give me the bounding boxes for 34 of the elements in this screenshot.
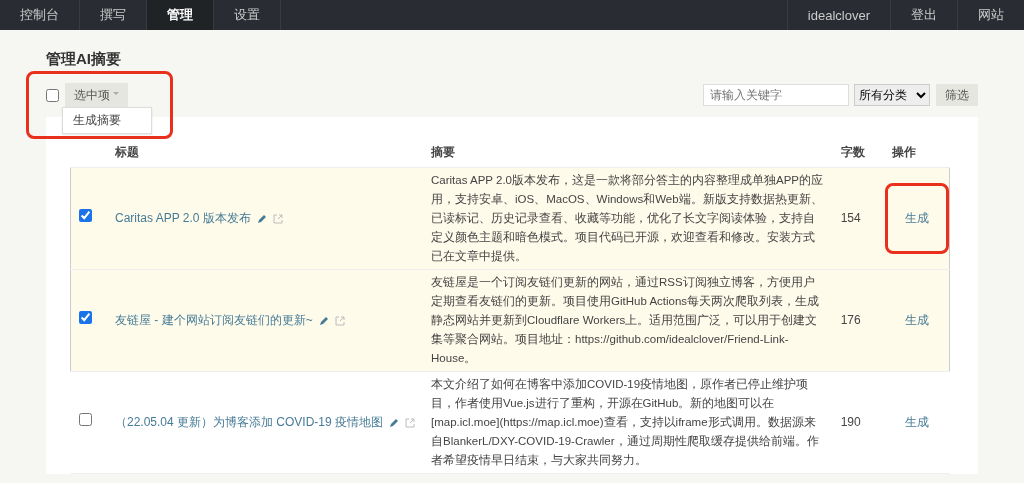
- post-title-link[interactable]: （22.05.04 更新）为博客添加 COVID-19 疫情地图: [114, 413, 384, 432]
- post-title-link[interactable]: Caritas APP 2.0 版本发布: [114, 209, 251, 228]
- menu-item[interactable]: 生成摘要: [73, 112, 141, 129]
- summary-text: 友链屋是一个订阅友链们更新的网站，通过RSS订阅独立博客，方便用户定期查看友链们的更新。项目使用GitHub Actions每天两次爬取列表，生成静态网站并更新到Cloudflare Workers上。适用范围广泛，可以用于创建文集等聚合网站。项目地址：https://github.com/idealclover/Friend-Link-House。: [423, 269, 833, 372]
- word-count: 176: [832, 269, 885, 372]
- column-header: 操作: [884, 117, 950, 168]
- filter-button[interactable]: 筛选: [936, 84, 978, 106]
- nav-tab[interactable]: 控制台: [0, 0, 80, 30]
- pencil-icon[interactable]: [256, 213, 267, 224]
- bulk-action-button[interactable]: 选中项: [65, 82, 128, 108]
- category-select[interactable]: 所有分类: [854, 84, 930, 106]
- row-checkbox[interactable]: [78, 413, 92, 426]
- word-count: 190: [832, 371, 885, 474]
- nav-tab[interactable]: 管理: [147, 0, 214, 30]
- nav-link[interactable]: 登出: [890, 0, 957, 30]
- generate-link[interactable]: 生成: [904, 211, 929, 225]
- row-checkbox[interactable]: [79, 209, 92, 222]
- summary-text: 本文介绍了如何在博客中添加COVID-19疫情地图，原作者已停止维护项目，作者使用Vue.js进行了重构，开源在GitHub。新的地图可以在[map.icl.moe](https://map.icl.moe)查看，支持以iframe形式调用。数据源来自BlankerL/DXY-COVID-19-Crawler，通过周期性爬取缓存提供给前端。作者希望疫情早日结束，与大家共同努力。: [423, 371, 833, 474]
- nav-tab[interactable]: 设置: [214, 0, 281, 30]
- nav-link[interactable]: 网站: [957, 0, 1024, 30]
- post-title-link[interactable]: 友链屋 - 建个网站订阅友链们的更新~: [114, 311, 313, 330]
- pencil-icon[interactable]: [389, 417, 400, 428]
- row-checkbox[interactable]: [79, 311, 92, 324]
- word-count: 154: [832, 167, 885, 270]
- generate-link[interactable]: 生成: [904, 313, 929, 327]
- column-header: 字数: [832, 117, 885, 168]
- summary-text: Caritas APP 2.0版本发布，这是一款将部分答主的内容整理成单独APP的应用，支持安卓、iOS、MacOS、Windows和Web端。新版支持数据热更新、已读标记、历史记录查看、收藏等功能，优化了长文字阅读体验，支持自定义颜色主题和暗色模式。项目代码已开源，欢迎查看和修改。安装方式已在文章中提供。: [423, 167, 833, 270]
- nav-link[interactable]: idealclover: [786, 0, 890, 30]
- column-header: 摘要: [423, 117, 833, 168]
- generate-link[interactable]: 生成: [904, 415, 929, 429]
- page-title: 管理AI摘要: [46, 50, 122, 69]
- search-field[interactable]: 请输入关键字: [703, 84, 849, 106]
- pencil-icon[interactable]: [318, 315, 329, 326]
- select-all-checkbox[interactable]: [46, 88, 59, 102]
